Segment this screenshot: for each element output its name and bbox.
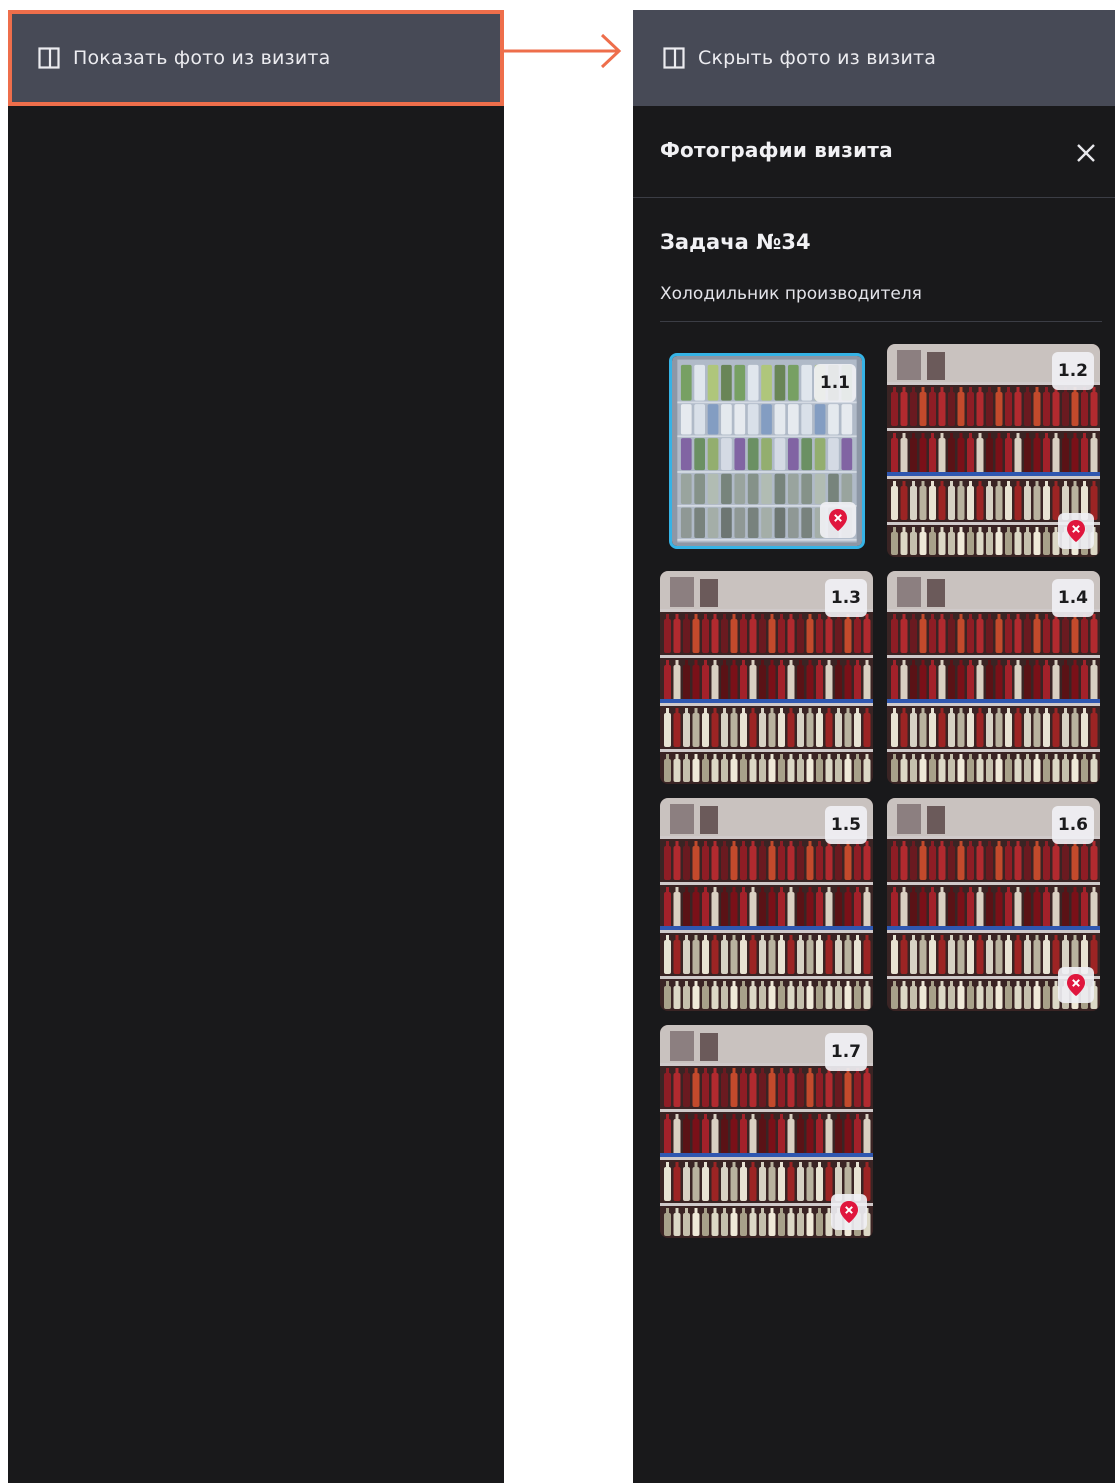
section-divider <box>660 321 1102 322</box>
hide-photos-label: Скрыть фото из визита <box>698 47 937 69</box>
sidebar-panel-icon <box>663 47 685 69</box>
photos-title: Фотографии визита <box>660 138 893 162</box>
photo-number-badge: 1.6 <box>1051 806 1094 844</box>
location-error-pin-icon[interactable] <box>831 1194 867 1230</box>
photo-number-badge: 1.2 <box>1051 352 1094 390</box>
photo-number-badge: 1.3 <box>824 579 867 617</box>
photo-thumbnail[interactable]: 1.2 <box>887 344 1100 557</box>
photo-thumbnail[interactable]: 1.5 <box>660 798 873 1011</box>
show-photos-label: Показать фото из визита <box>73 47 331 69</box>
photo-thumbnail[interactable]: 1.4 <box>887 571 1100 784</box>
location-error-pin-icon[interactable] <box>1058 967 1094 1003</box>
photo-number-badge: 1.7 <box>824 1033 867 1071</box>
location-error-pin-icon[interactable] <box>1058 513 1094 549</box>
photo-thumbnail[interactable]: 1.3 <box>660 571 873 784</box>
photos-header: Фотографии визита <box>633 106 1115 198</box>
close-icon[interactable] <box>1073 140 1099 166</box>
photo-thumbnail[interactable]: 1.7 <box>660 1025 873 1238</box>
expanded-panel: Скрыть фото из визита Фотографии визита … <box>633 10 1115 1483</box>
task-title: Задача №34 <box>660 230 811 254</box>
section-label: Холодильник производителя <box>660 284 922 304</box>
photo-number-badge: 1.1 <box>813 364 856 402</box>
photo-thumbnail[interactable]: 1.1 <box>669 353 865 549</box>
sidebar-panel-icon <box>38 47 60 69</box>
transition-arrow-icon <box>502 33 622 69</box>
photo-number-badge: 1.4 <box>1051 579 1094 617</box>
photo-number-badge: 1.5 <box>824 806 867 844</box>
photo-thumbnail[interactable]: 1.6 <box>887 798 1100 1011</box>
location-error-pin-icon[interactable] <box>820 502 856 538</box>
collapsed-panel: Показать фото из визита <box>8 10 504 1483</box>
hide-photos-toggle[interactable]: Скрыть фото из визита <box>633 10 1115 106</box>
show-photos-toggle[interactable]: Показать фото из визита <box>8 10 504 106</box>
